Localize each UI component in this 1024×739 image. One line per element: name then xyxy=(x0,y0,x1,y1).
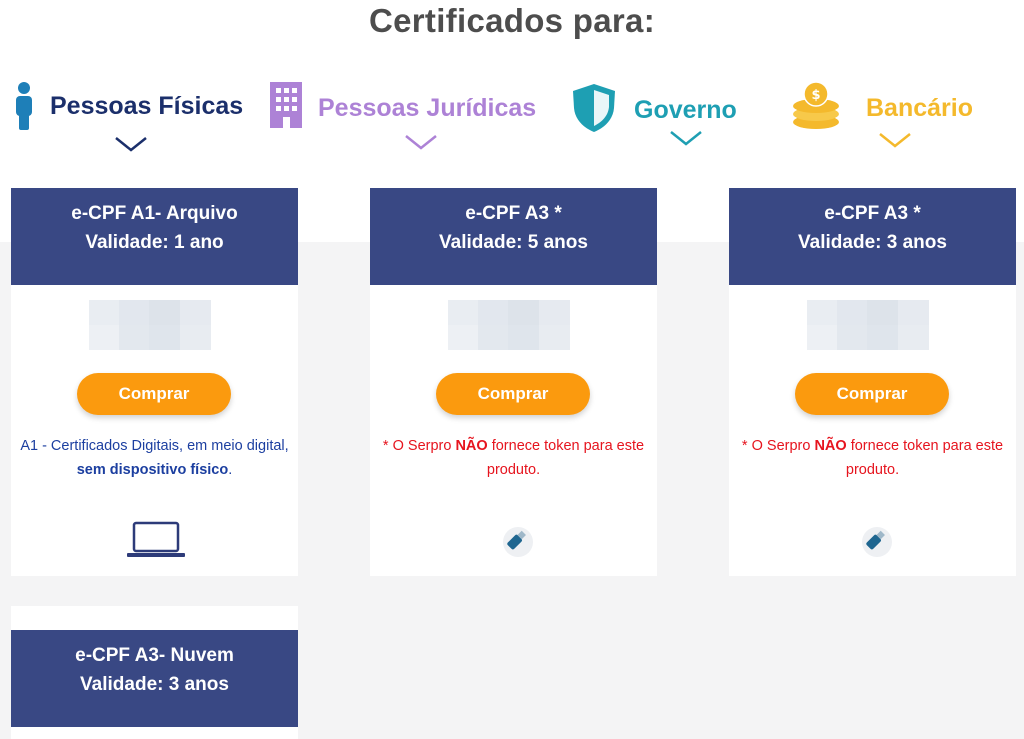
card-validity: Validade: 3 anos xyxy=(80,674,229,695)
card-validity: Validade: 3 anos xyxy=(798,232,947,253)
price-placeholder xyxy=(89,300,211,350)
buy-button[interactable]: Comprar xyxy=(795,373,949,415)
product-card: e-CPF A1- Arquivo Validade: 1 ano Compra… xyxy=(11,188,298,576)
shield-icon xyxy=(573,84,615,132)
card-header: e-CPF A1- Arquivo Validade: 1 ano xyxy=(11,188,298,285)
category-tab-pessoas-juridicas[interactable]: Pessoas Jurídicas xyxy=(262,80,552,150)
product-card: e-CPF A3 * Validade: 5 anos Comprar * O … xyxy=(370,188,657,576)
page-title: Certificados para: xyxy=(369,2,655,39)
card-title: e-CPF A3 * xyxy=(824,203,921,224)
chevron-down-icon xyxy=(670,131,702,146)
card-header: e-CPF A3 * Validade: 3 anos xyxy=(729,188,1016,285)
card-title: e-CPF A1- Arquivo xyxy=(71,203,238,224)
category-tab-pessoas-fisicas[interactable]: Pessoas Físicas xyxy=(10,80,250,152)
price-placeholder xyxy=(448,300,570,350)
usb-token-icon xyxy=(862,527,892,557)
laptop-icon xyxy=(127,521,185,557)
coins-icon: $ xyxy=(793,81,839,129)
token-note: * O Serpro NÃO fornece token para este p… xyxy=(741,438,1004,478)
category-label: Pessoas Jurídicas xyxy=(318,94,537,122)
building-icon xyxy=(270,82,302,128)
buy-button[interactable]: Comprar xyxy=(436,373,590,415)
card-header: e-CPF A3- Nuvem Validade: 3 anos xyxy=(11,630,298,727)
chevron-down-icon xyxy=(115,137,147,152)
token-note: * O Serpro NÃO fornece token para este p… xyxy=(382,438,645,478)
category-label: Pessoas Físicas xyxy=(50,92,244,120)
category-tab-bancario[interactable]: $ Bancário xyxy=(788,78,988,148)
product-card: e-CPF A3 * Validade: 3 anos Comprar * O … xyxy=(729,188,1016,576)
usb-token-icon xyxy=(503,527,533,557)
person-icon xyxy=(16,82,32,130)
card-validity: Validade: 1 ano xyxy=(85,232,224,253)
card-description: A1 - Certificados Digitais, em meio digi… xyxy=(20,438,289,478)
chevron-down-icon xyxy=(879,133,911,148)
card-validity: Validade: 5 anos xyxy=(439,232,588,253)
chevron-down-icon xyxy=(405,135,437,150)
category-label: Bancário xyxy=(866,94,973,122)
card-title: e-CPF A3 * xyxy=(465,203,562,224)
card-title: e-CPF A3- Nuvem xyxy=(75,645,234,666)
product-card: e-CPF A3- Nuvem Validade: 3 anos xyxy=(11,606,298,739)
card-header: e-CPF A3 * Validade: 5 anos xyxy=(370,188,657,285)
price-placeholder xyxy=(807,300,929,350)
category-label: Governo xyxy=(634,96,737,124)
category-tab-governo[interactable]: Governo xyxy=(568,80,758,150)
svg-text:$: $ xyxy=(811,88,820,103)
buy-button[interactable]: Comprar xyxy=(77,373,231,415)
